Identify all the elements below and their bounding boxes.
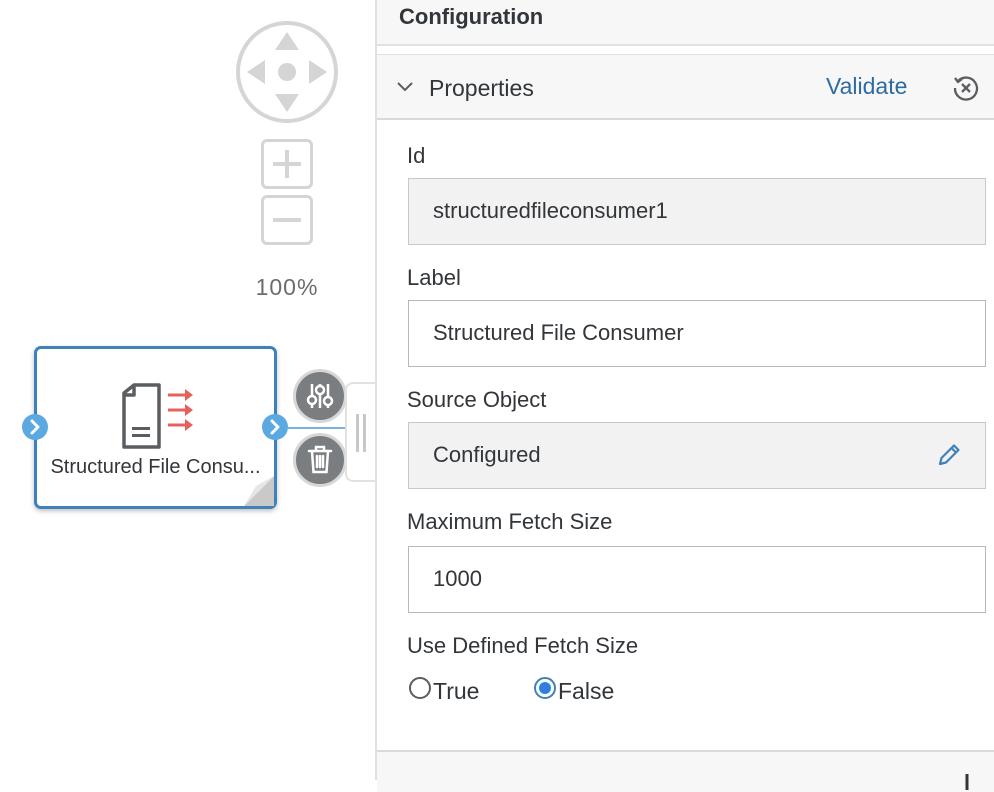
max-fetch-size-field[interactable]: 1000 <box>408 546 986 613</box>
section-title: Properties <box>429 75 534 101</box>
validate-button[interactable]: Validate <box>826 73 907 100</box>
zoom-out-button[interactable] <box>261 195 313 245</box>
pan-arrows-icon <box>236 21 338 123</box>
output-port[interactable] <box>262 414 288 440</box>
configure-node-button[interactable] <box>293 369 347 423</box>
sliders-icon <box>306 384 334 408</box>
source-object-field: Configured <box>408 422 986 489</box>
panel-title: Configuration <box>399 4 544 29</box>
pipeline-node[interactable]: Structured File Consu... <box>34 346 277 509</box>
source-object-label: Source Object <box>407 387 547 412</box>
chevron-right-icon <box>30 419 40 435</box>
structured-file-icon <box>122 383 193 449</box>
pan-control[interactable] <box>235 20 339 124</box>
properties-section-header[interactable]: Properties Validate <box>377 54 994 120</box>
id-field: structuredfileconsumer1 <box>408 178 986 245</box>
resize-corner-icon <box>244 476 274 506</box>
radio-true-label[interactable]: True <box>433 678 479 705</box>
radio-true[interactable] <box>409 677 431 699</box>
id-value: structuredfileconsumer1 <box>433 198 668 223</box>
configuration-panel: Configuration Properties Validate Id str… <box>377 0 994 792</box>
connector-line <box>288 427 348 429</box>
grip-line <box>356 414 359 452</box>
reset-icon[interactable] <box>951 73 981 103</box>
label-field[interactable]: Structured File Consumer <box>408 300 986 367</box>
panel-header: Configuration <box>377 0 994 46</box>
plus-icon <box>273 150 301 178</box>
id-label: Id <box>407 143 426 168</box>
pencil-icon[interactable] <box>935 441 963 469</box>
pipeline-canvas[interactable]: 100% Structured File Consu... <box>0 0 377 780</box>
max-fetch-size-label: Maximum Fetch Size <box>407 509 613 534</box>
label-label: Label <box>407 265 461 290</box>
radio-false-label[interactable]: False <box>558 678 614 705</box>
node-label: Structured File Consu... <box>50 456 261 478</box>
delete-node-button[interactable] <box>293 433 347 487</box>
max-fetch-size-value: 1000 <box>433 566 482 591</box>
minus-icon <box>273 218 301 222</box>
chevron-right-icon <box>270 419 280 435</box>
chevron-down-icon[interactable] <box>395 77 415 97</box>
zoom-level: 100% <box>255 274 319 300</box>
source-object-value: Configured <box>433 442 541 467</box>
next-section-header[interactable] <box>377 750 994 792</box>
panel-resize-handle[interactable] <box>345 382 377 482</box>
input-port[interactable] <box>22 414 48 440</box>
radio-false[interactable] <box>534 677 556 699</box>
add-icon[interactable] <box>957 772 977 792</box>
label-value: Structured File Consumer <box>433 320 684 345</box>
use-defined-fetch-size-label: Use Defined Fetch Size <box>407 633 639 658</box>
zoom-in-button[interactable] <box>261 139 313 189</box>
grip-line <box>363 414 366 452</box>
trash-icon <box>307 445 333 474</box>
